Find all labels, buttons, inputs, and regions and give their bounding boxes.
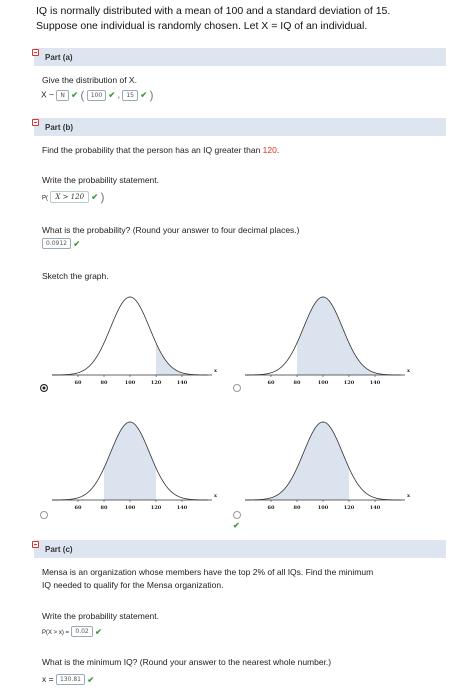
problem-statement: IQ is normally distributed with a mean o… <box>36 4 446 34</box>
check-icon: ✔ <box>91 192 99 202</box>
axis-label: x <box>214 493 218 499</box>
part-b-title: Part (b) <box>45 123 73 132</box>
part-b-header[interactable]: Part (b) <box>32 118 446 136</box>
tick-label: 60 <box>75 505 82 511</box>
check-icon: ✔ <box>87 675 95 685</box>
axis-label: x <box>407 493 411 499</box>
tick-label: 140 <box>370 505 381 511</box>
graph-option-b: x 60 80 100 120 140 <box>245 296 411 386</box>
sketch-label: Sketch the graph. <box>42 271 109 281</box>
normal-curve <box>52 296 208 376</box>
distribution-lead: X ~ <box>41 89 54 100</box>
tick-label: 120 <box>151 505 162 511</box>
mean-field[interactable]: 100 <box>86 89 107 101</box>
intro-line-1: IQ is normally distributed with a mean o… <box>36 5 391 17</box>
shaded-region <box>156 342 208 375</box>
statement-label: Write the probability statement. <box>42 175 160 185</box>
min-iq-label: What is the minimum IQ? (Round your answ… <box>42 657 332 667</box>
tick-label: 80 <box>101 380 108 386</box>
tick-label: 120 <box>344 505 355 511</box>
probability-label: What is the probability? (Round your ans… <box>42 225 300 235</box>
close-paren: ) <box>100 190 105 204</box>
tick-label: 140 <box>370 380 381 386</box>
distribution-type-field[interactable]: N <box>56 89 69 101</box>
tick-label: 80 <box>101 505 108 511</box>
tick-label: 80 <box>294 380 301 386</box>
tick-label: 120 <box>151 380 162 386</box>
tick-label: 80 <box>294 505 301 511</box>
statement-label: Write the probability statement. <box>42 611 160 621</box>
collapse-icon[interactable] <box>32 119 39 126</box>
mensa-statement: P(X > x) = 0.02 ✔ <box>42 626 102 638</box>
collapse-icon[interactable] <box>32 541 39 548</box>
sd-field[interactable]: 15 <box>122 89 138 101</box>
question-value: 120 <box>262 145 277 155</box>
part-c-title: Part (c) <box>45 545 73 554</box>
tick-label: 100 <box>318 380 329 386</box>
tick-label: 60 <box>268 380 275 386</box>
axis-label: x <box>407 368 411 374</box>
probability-answer: 0.0912 ✔ <box>42 238 81 250</box>
part-a-prompt: Give the distribution of X. <box>42 75 137 85</box>
tick-label: 60 <box>268 505 275 511</box>
check-icon: ✔ <box>233 521 240 530</box>
distribution-answer: X ~ N ✔ ( 100 ✔ , 15 ✔ ) <box>41 88 153 102</box>
statement-expression-field[interactable]: X > 120 <box>50 191 90 203</box>
graph-option-a: x 60 80 100 120 140 <box>52 296 218 386</box>
statement-prefix: P( <box>42 195 48 202</box>
graph-option-c: x 60 80 100 120 140 <box>52 421 218 511</box>
shaded-region <box>245 422 349 500</box>
part-c-question-line-1: Mensa is an organization whose members h… <box>42 567 374 577</box>
statement-prefix: P(X > x) = <box>42 630 70 636</box>
tick-label: 60 <box>75 380 82 386</box>
probability-statement: P( X > 120 ✔ ) <box>42 190 105 204</box>
check-icon: ✔ <box>140 90 148 100</box>
tick-label: 100 <box>125 505 136 511</box>
shaded-region <box>104 422 156 500</box>
part-c-question-line-2: IQ needed to qualify for the Mensa organ… <box>42 580 224 590</box>
graph-option-radio-c[interactable] <box>40 511 48 519</box>
shaded-region <box>297 297 401 375</box>
open-paren: ( <box>80 88 85 102</box>
mensa-probability-field[interactable]: 0.02 <box>71 626 93 638</box>
graph-option-radio-b[interactable] <box>233 384 241 392</box>
question-text: Find the probability that the person has… <box>42 145 263 155</box>
part-a-header[interactable]: Part (a) <box>32 48 446 66</box>
graph-option-radio-a[interactable] <box>40 384 48 392</box>
tick-label: 120 <box>344 380 355 386</box>
tick-label: 100 <box>125 380 136 386</box>
graph-option-d: x 60 80 100 120 140 <box>245 421 411 511</box>
check-icon: ✔ <box>73 239 81 249</box>
intro-line-2: Suppose one individual is randomly chose… <box>36 20 368 32</box>
check-icon: ✔ <box>108 90 116 100</box>
part-b-question: Find the probability that the person has… <box>42 145 279 155</box>
part-a-title: Part (a) <box>45 53 73 62</box>
probability-field[interactable]: 0.0912 <box>42 238 71 250</box>
min-iq-answer: x = 130.81 ✔ <box>42 674 95 686</box>
check-icon: ✔ <box>71 90 78 100</box>
collapse-icon[interactable] <box>32 49 39 56</box>
check-icon: ✔ <box>95 627 102 637</box>
min-iq-prefix: x = <box>42 674 54 684</box>
part-c-header[interactable]: Part (c) <box>32 540 446 558</box>
tick-label: 140 <box>177 380 188 386</box>
tick-label: 140 <box>177 505 188 511</box>
axis-label: x <box>214 368 218 374</box>
graph-option-radio-d[interactable] <box>233 511 241 519</box>
close-paren: ) <box>149 88 154 102</box>
min-iq-field[interactable]: 130.81 <box>55 674 85 686</box>
question-suffix: . <box>276 145 280 155</box>
tick-label: 100 <box>318 505 329 511</box>
comma-separator: , <box>117 89 120 100</box>
